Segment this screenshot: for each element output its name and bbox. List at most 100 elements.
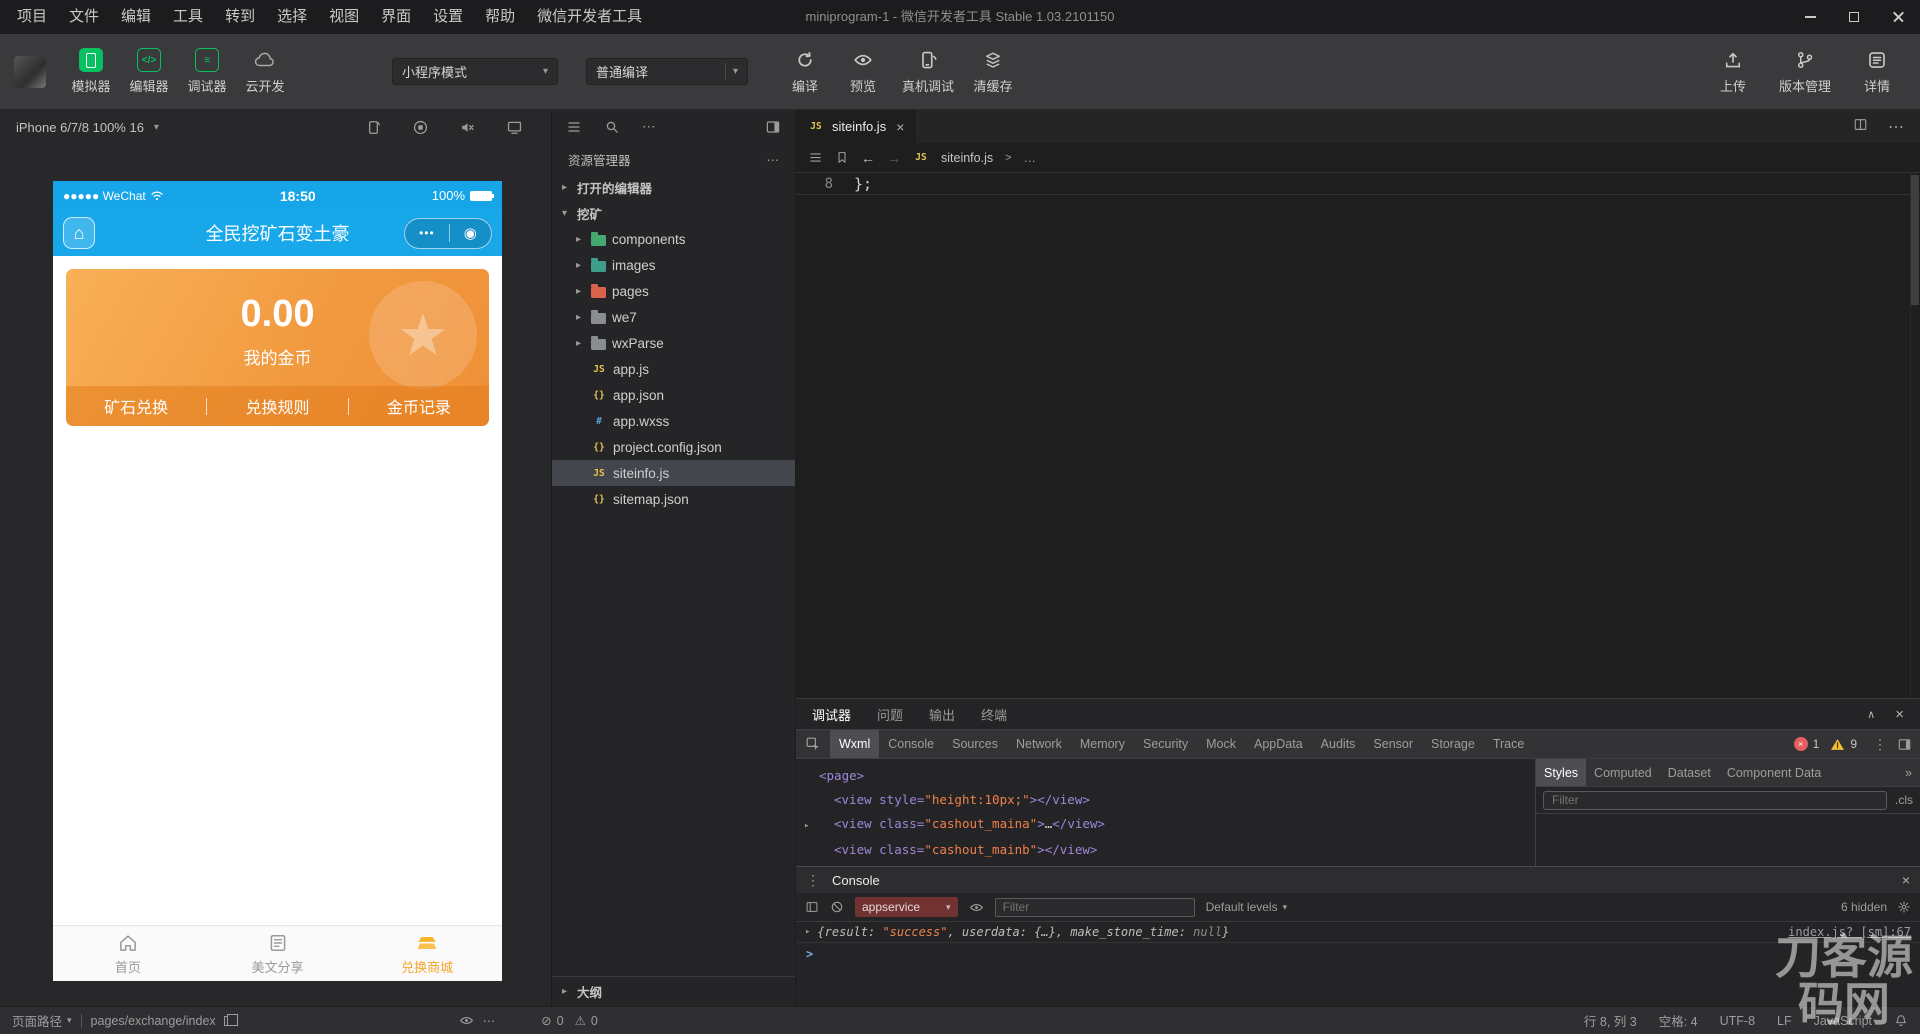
mode-select[interactable]: 小程序模式 ▾ <box>392 58 558 85</box>
editor-scrollbar[interactable] <box>1910 172 1920 698</box>
menu-item-devtools[interactable]: 微信开发者工具 <box>526 0 653 34</box>
devtools-tab-appdata[interactable]: AppData <box>1245 730 1312 758</box>
cursor-position[interactable]: 行 8, 列 3 <box>1584 1011 1637 1030</box>
log-source-link[interactable]: index.js? [sm]:67 <box>1788 925 1911 939</box>
debugger-toggle-button[interactable]: ≡ 调试器 <box>178 48 236 95</box>
tab-problems[interactable]: 问题 <box>877 705 903 724</box>
nav-back-icon[interactable]: ← <box>861 150 875 166</box>
minimize-button[interactable] <box>1788 0 1832 34</box>
compile-mode-select[interactable]: 普通编译 ▾ <box>586 58 748 85</box>
collapse-panel-icon[interactable]: ∧ <box>1867 708 1875 721</box>
tab-home[interactable]: 首页 <box>53 926 203 981</box>
menu-item-select[interactable]: 选择 <box>266 0 318 34</box>
current-page-path[interactable]: pages/exchange/index <box>91 1013 238 1028</box>
coin-records-button[interactable]: 金币记录 <box>349 394 489 418</box>
details-button[interactable]: 详情 <box>1848 48 1906 95</box>
devtools-tab-storage[interactable]: Storage <box>1422 730 1484 758</box>
tree-file-app-js[interactable]: JS app.js <box>552 356 795 382</box>
code-editor[interactable]: 8 }; <box>796 172 1920 698</box>
editor-layout-icon[interactable] <box>765 119 781 135</box>
devtools-tab-trace[interactable]: Trace <box>1484 730 1534 758</box>
close-panel-icon[interactable]: × <box>1895 706 1904 723</box>
rotate-device-icon[interactable] <box>365 119 382 136</box>
close-tab-icon[interactable]: × <box>896 119 904 135</box>
indentation-setting[interactable]: 空格: 4 <box>1659 1011 1698 1030</box>
more-actions-icon[interactable]: ⋯ <box>642 119 656 135</box>
tab-siteinfo-js[interactable]: JS siteinfo.js × <box>796 110 917 143</box>
devtools-tab-memory[interactable]: Memory <box>1071 730 1134 758</box>
language-mode[interactable]: JavaScript <box>1814 1014 1872 1028</box>
copy-path-icon[interactable] <box>223 1013 238 1026</box>
warning-badge-icon[interactable] <box>1830 738 1845 751</box>
tab-debugger[interactable]: 调试器 <box>812 705 851 724</box>
simulator-toggle-button[interactable]: 模拟器 <box>62 48 120 95</box>
file-list-icon[interactable] <box>566 119 582 135</box>
more-dots-icon[interactable]: ••• <box>419 226 435 240</box>
explorer-menu-icon[interactable]: ⋯ <box>767 152 780 167</box>
tab-dataset[interactable]: Dataset <box>1660 759 1719 786</box>
devtools-tab-wxml[interactable]: Wxml <box>830 730 880 758</box>
statusbar-eye-icon[interactable] <box>459 1013 474 1028</box>
devtools-tab-sensor[interactable]: Sensor <box>1364 730 1422 758</box>
tree-folder-components[interactable]: ▸ components <box>552 226 795 252</box>
scrollbar-thumb[interactable] <box>1911 175 1919 305</box>
menu-item-goto[interactable]: 转到 <box>214 0 266 34</box>
menu-item-interface[interactable]: 界面 <box>370 0 422 34</box>
drawer-menu-icon[interactable]: ⋮ <box>806 872 820 889</box>
context-select[interactable]: appservice ▾ <box>855 897 958 917</box>
exchange-ore-button[interactable]: 矿石兑换 <box>66 394 206 418</box>
chevron-down-icon[interactable]: ▾ <box>150 122 163 133</box>
toggle-class-button[interactable]: .cls <box>1895 793 1913 807</box>
close-drawer-icon[interactable]: × <box>1902 872 1910 888</box>
menu-item-help[interactable]: 帮助 <box>474 0 526 34</box>
menu-item-edit[interactable]: 编辑 <box>110 0 162 34</box>
devtools-tab-network[interactable]: Network <box>1007 730 1071 758</box>
section-open-editors[interactable]: ▸ 打开的编辑器 <box>552 174 795 200</box>
user-avatar[interactable] <box>14 55 46 88</box>
editor-toggle-button[interactable]: </> 编辑器 <box>120 48 178 95</box>
screenshot-icon[interactable] <box>506 119 523 136</box>
console-log-entry[interactable]: ▸ {result: "success", userdata: {…}, mak… <box>796 922 1920 943</box>
capsule-menu[interactable]: ••• ◉ <box>404 217 492 249</box>
console-log-area[interactable]: ▸ {result: "success", userdata: {…}, mak… <box>796 922 1920 1006</box>
preview-button[interactable]: 预览 <box>834 48 892 95</box>
tree-folder-images[interactable]: ▸ images <box>552 252 795 278</box>
tabs-overflow-icon[interactable]: » <box>1905 766 1920 780</box>
devtools-tab-security[interactable]: Security <box>1134 730 1197 758</box>
expand-log-icon[interactable]: ▸ <box>805 927 810 937</box>
devtools-tab-console[interactable]: Console <box>879 730 943 758</box>
device-selector[interactable]: iPhone 6/7/8 100% 16 <box>16 120 144 135</box>
tab-mall[interactable]: 兑换商城 <box>352 926 502 981</box>
live-expression-eye-icon[interactable] <box>969 900 984 915</box>
tree-folder-we7[interactable]: ▸ we7 <box>552 304 795 330</box>
tab-styles[interactable]: Styles <box>1536 759 1587 786</box>
console-drawer-tab[interactable]: Console <box>832 873 880 888</box>
breadcrumb-symbol[interactable]: … <box>1024 151 1037 165</box>
home-button[interactable]: ⌂ <box>63 217 95 249</box>
menu-item-settings[interactable]: 设置 <box>422 0 474 34</box>
outline-section[interactable]: ▸ 大纲 <box>552 976 795 1006</box>
split-editor-icon[interactable] <box>1853 117 1868 137</box>
search-icon[interactable] <box>604 119 620 135</box>
tab-computed[interactable]: Computed <box>1586 759 1660 786</box>
breadcrumb-file[interactable]: siteinfo.js <box>941 151 993 165</box>
error-badge-icon[interactable]: × <box>1793 737 1808 751</box>
menu-item-file[interactable]: 文件 <box>58 0 110 34</box>
tree-folder-wxparse[interactable]: ▸ wxParse <box>552 330 795 356</box>
devtools-tab-audits[interactable]: Audits <box>1312 730 1365 758</box>
inspect-element-icon[interactable] <box>796 736 830 752</box>
tree-file-sitemap-json[interactable]: {} sitemap.json <box>552 486 795 512</box>
tree-file-app-wxss[interactable]: # app.wxss <box>552 408 795 434</box>
outline-list-icon[interactable] <box>808 150 823 165</box>
close-button[interactable] <box>1876 0 1920 34</box>
version-control-button[interactable]: 版本管理 <box>1772 48 1838 95</box>
page-path-selector[interactable]: 页面路径 ▾ <box>12 1011 72 1030</box>
tree-folder-pages[interactable]: ▸ pages <box>552 278 795 304</box>
tab-articles[interactable]: 美文分享 <box>203 926 353 981</box>
console-filter-input[interactable] <box>994 897 1195 917</box>
clear-console-icon[interactable] <box>830 900 844 914</box>
menu-item-tools[interactable]: 工具 <box>162 0 214 34</box>
eol-setting[interactable]: LF <box>1777 1014 1792 1028</box>
exit-target-icon[interactable]: ◉ <box>464 224 477 242</box>
exchange-rules-button[interactable]: 兑换规则 <box>207 394 347 418</box>
